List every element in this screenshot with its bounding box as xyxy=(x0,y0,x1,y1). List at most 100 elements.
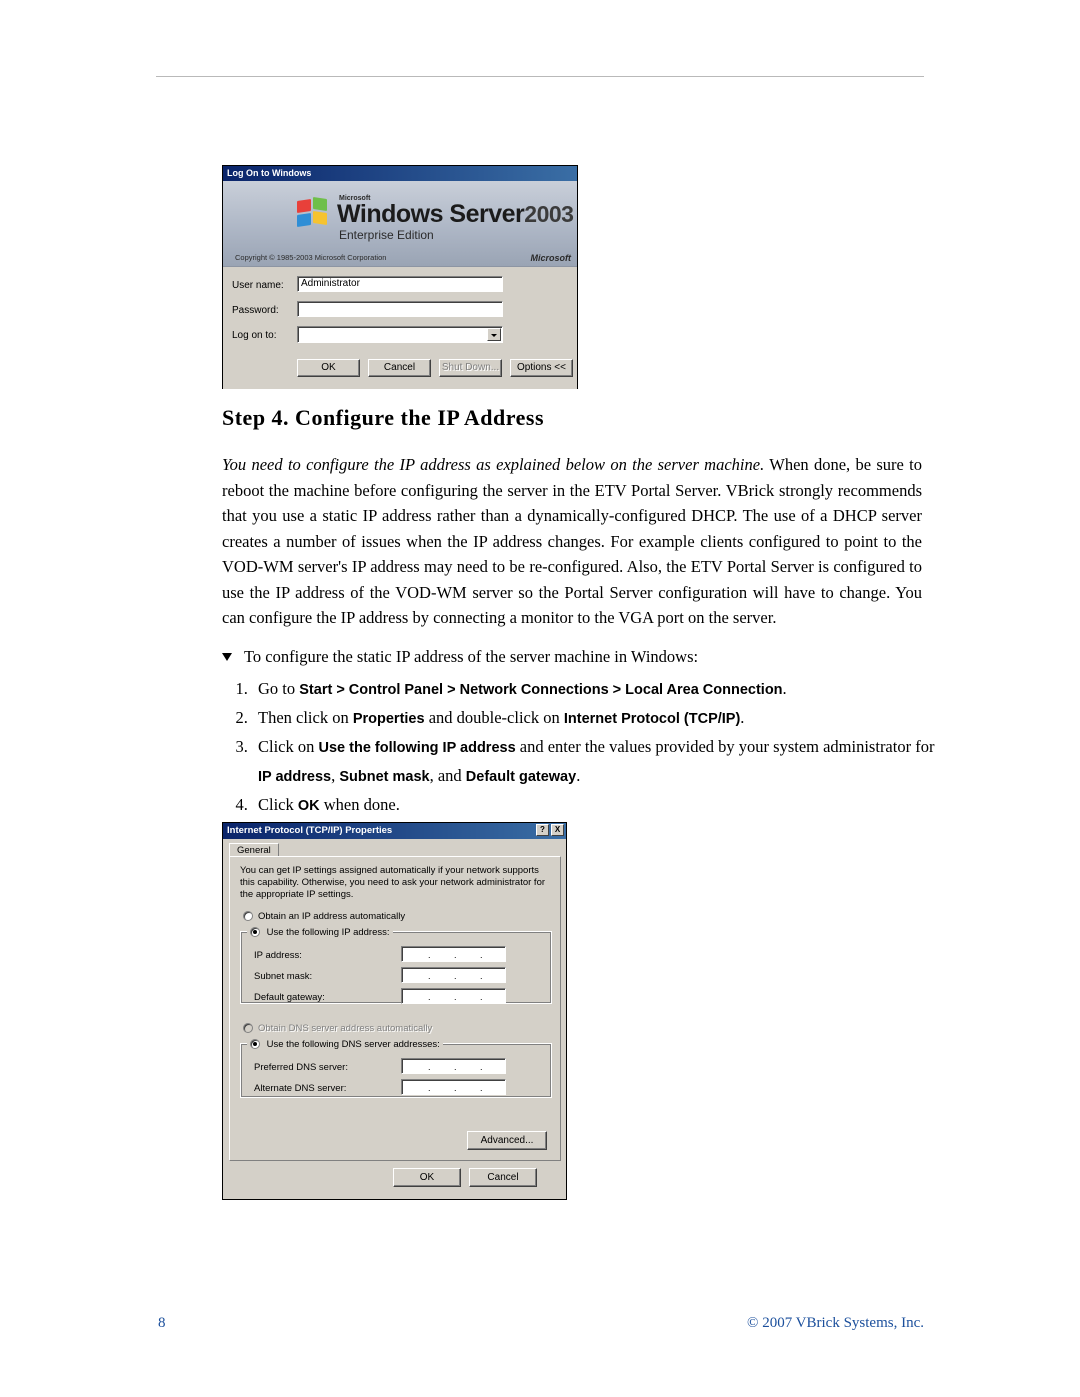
ip-dot-1: . xyxy=(428,1083,431,1093)
ip-dot-2: . xyxy=(454,950,457,960)
intro-rest: When done, be sure to reboot the machine… xyxy=(222,455,923,627)
footer-copyright: © 2007 VBrick Systems, Inc. xyxy=(747,1315,924,1331)
radio-obtain-dns-auto-label: Obtain DNS server address automatically xyxy=(258,1023,433,1034)
logon-banner: Microsoft Windows Server2003 Enterprise … xyxy=(223,181,577,267)
subnet-mask-input[interactable]: . . . xyxy=(401,967,506,983)
username-label: User name: xyxy=(232,280,284,291)
preferred-dns-input[interactable]: . . . xyxy=(401,1058,506,1074)
triangle-bullet-icon xyxy=(222,653,232,661)
page-title: Step 4. Configure the IP Address xyxy=(222,405,545,430)
step1-pre: Go to xyxy=(258,679,300,698)
step3-bold2: IP address xyxy=(258,769,332,785)
close-icon[interactable]: X xyxy=(551,824,564,836)
step3-bold3: Subnet mask xyxy=(339,769,430,785)
group-static-ip: Use the following IP address: IP address… xyxy=(240,925,552,1004)
ok-button[interactable]: OK xyxy=(297,359,360,377)
logonto-select[interactable] xyxy=(297,326,503,343)
logonto-label: Log on to: xyxy=(232,330,277,341)
ip-dot-2: . xyxy=(454,1062,457,1072)
ip-dot-2: . xyxy=(454,971,457,981)
logon-dialog: Log On to Windows Microsoft Windows Serv… xyxy=(222,165,578,389)
ip-dot-2: . xyxy=(454,1083,457,1093)
ip-dot-1: . xyxy=(428,971,431,981)
ip-dot-3: . xyxy=(480,1062,483,1072)
banner-edition: Enterprise Edition xyxy=(339,228,434,242)
group-static-dns: Use the following DNS server addresses: … xyxy=(240,1037,552,1098)
ip-dot-2: . xyxy=(454,992,457,1002)
ip-dot-1: . xyxy=(428,1062,431,1072)
step4-post: when done. xyxy=(319,795,400,814)
list-item: Click on Use the following IP address an… xyxy=(252,733,952,791)
options-button[interactable]: Options << xyxy=(510,359,573,377)
default-gateway-input[interactable]: . . . xyxy=(401,988,506,1004)
step3-mid3: , and xyxy=(429,766,466,785)
tab-general[interactable]: General xyxy=(229,843,279,857)
step3-bold: Use the following IP address xyxy=(318,740,516,756)
step3-bold4: Default gateway xyxy=(465,769,577,785)
windows-flag-icon xyxy=(297,197,331,228)
group-static-dns-legend: Use the following DNS server addresses: xyxy=(266,1039,440,1050)
tcpip-dialog-title: Internet Protocol (TCP/IP) Properties xyxy=(227,825,393,836)
tcpip-cancel-button[interactable]: Cancel xyxy=(469,1168,537,1187)
radio-obtain-ip-auto-label: Obtain an IP address automatically xyxy=(258,911,406,922)
intro-paragraph: You need to configure the IP address as … xyxy=(222,452,922,631)
intro-italic: You need to configure the IP address as … xyxy=(222,455,765,474)
chevron-down-icon[interactable] xyxy=(487,328,501,341)
ip-dot-3: . xyxy=(480,971,483,981)
step3-pre: Click on xyxy=(258,737,319,756)
procedure-steps: Go to Start > Control Panel > Network Co… xyxy=(222,675,952,820)
group-static-ip-legend: Use the following IP address: xyxy=(266,927,390,938)
ip-dot-1: . xyxy=(428,950,431,960)
step2-pre: Then click on xyxy=(258,708,353,727)
step4-pre: Click xyxy=(258,795,298,814)
ip-address-input[interactable]: . . . xyxy=(401,946,506,962)
banner-product-title: Windows Server2003 xyxy=(337,200,574,229)
radio-use-following-dns[interactable] xyxy=(250,1039,260,1049)
banner-microsoft-logo: Microsoft xyxy=(530,253,572,263)
tab-pane-general: You can get IP settings assigned automat… xyxy=(229,856,561,1161)
subnet-mask-label: Subnet mask: xyxy=(254,971,313,982)
shutdown-button: Shut Down... xyxy=(439,359,502,377)
list-item: Go to Start > Control Panel > Network Co… xyxy=(252,675,952,704)
header-rule xyxy=(156,76,924,77)
ip-dot-3: . xyxy=(480,992,483,1002)
step2-mid: and double-click on xyxy=(424,708,564,727)
logon-dialog-body: User name: Administrator Password: Log o… xyxy=(223,267,577,389)
cancel-button[interactable]: Cancel xyxy=(368,359,431,377)
radio-use-following-ip[interactable] xyxy=(250,927,260,937)
step2-post: . xyxy=(740,708,745,727)
titlebar-buttons: ? X xyxy=(536,824,564,836)
step2-bold2: Internet Protocol (TCP/IP) xyxy=(563,711,741,727)
step2-bold: Properties xyxy=(352,711,425,727)
password-label: Password: xyxy=(232,305,279,316)
logon-dialog-titlebar: Log On to Windows xyxy=(223,166,577,181)
preferred-dns-label: Preferred DNS server: xyxy=(254,1062,348,1073)
footer-page-number: 8 xyxy=(158,1315,166,1331)
list-item: Then click on Properties and double-clic… xyxy=(252,704,952,733)
tcpip-dialog-titlebar: Internet Protocol (TCP/IP) Properties ? … xyxy=(223,823,566,839)
banner-product-name: Windows Server xyxy=(337,200,525,228)
group-static-ip-legend-wrap: Use the following IP address: xyxy=(247,925,393,938)
tab-strip: General xyxy=(229,843,561,857)
step3-mid: and enter the values provided by your sy… xyxy=(515,737,935,756)
step1-bold: Start > Control Panel > Network Connecti… xyxy=(299,682,783,698)
help-icon[interactable]: ? xyxy=(536,824,549,836)
alternate-dns-label: Alternate DNS server: xyxy=(254,1083,347,1094)
tcpip-ok-button[interactable]: OK xyxy=(393,1168,461,1187)
ip-dot-3: . xyxy=(480,950,483,960)
step1-post: . xyxy=(782,679,787,698)
procedure-heading-text: To configure the static IP address of th… xyxy=(244,647,699,666)
radio-obtain-ip-auto[interactable] xyxy=(243,911,253,921)
list-item: Click OK when done. xyxy=(252,791,952,820)
advanced-button[interactable]: Advanced... xyxy=(467,1131,547,1150)
ip-address-label: IP address: xyxy=(254,950,302,961)
document-page: Log On to Windows Microsoft Windows Serv… xyxy=(0,0,1080,1397)
tcpip-properties-dialog: Internet Protocol (TCP/IP) Properties ? … xyxy=(222,822,567,1200)
username-input[interactable]: Administrator xyxy=(297,276,503,292)
step4-bold: OK xyxy=(297,798,320,814)
radio-obtain-dns-auto xyxy=(243,1023,253,1033)
group-static-dns-legend-wrap: Use the following DNS server addresses: xyxy=(247,1037,443,1050)
password-input[interactable] xyxy=(297,301,503,317)
alternate-dns-input[interactable]: . . . xyxy=(401,1079,506,1095)
step3-post: . xyxy=(576,766,581,785)
